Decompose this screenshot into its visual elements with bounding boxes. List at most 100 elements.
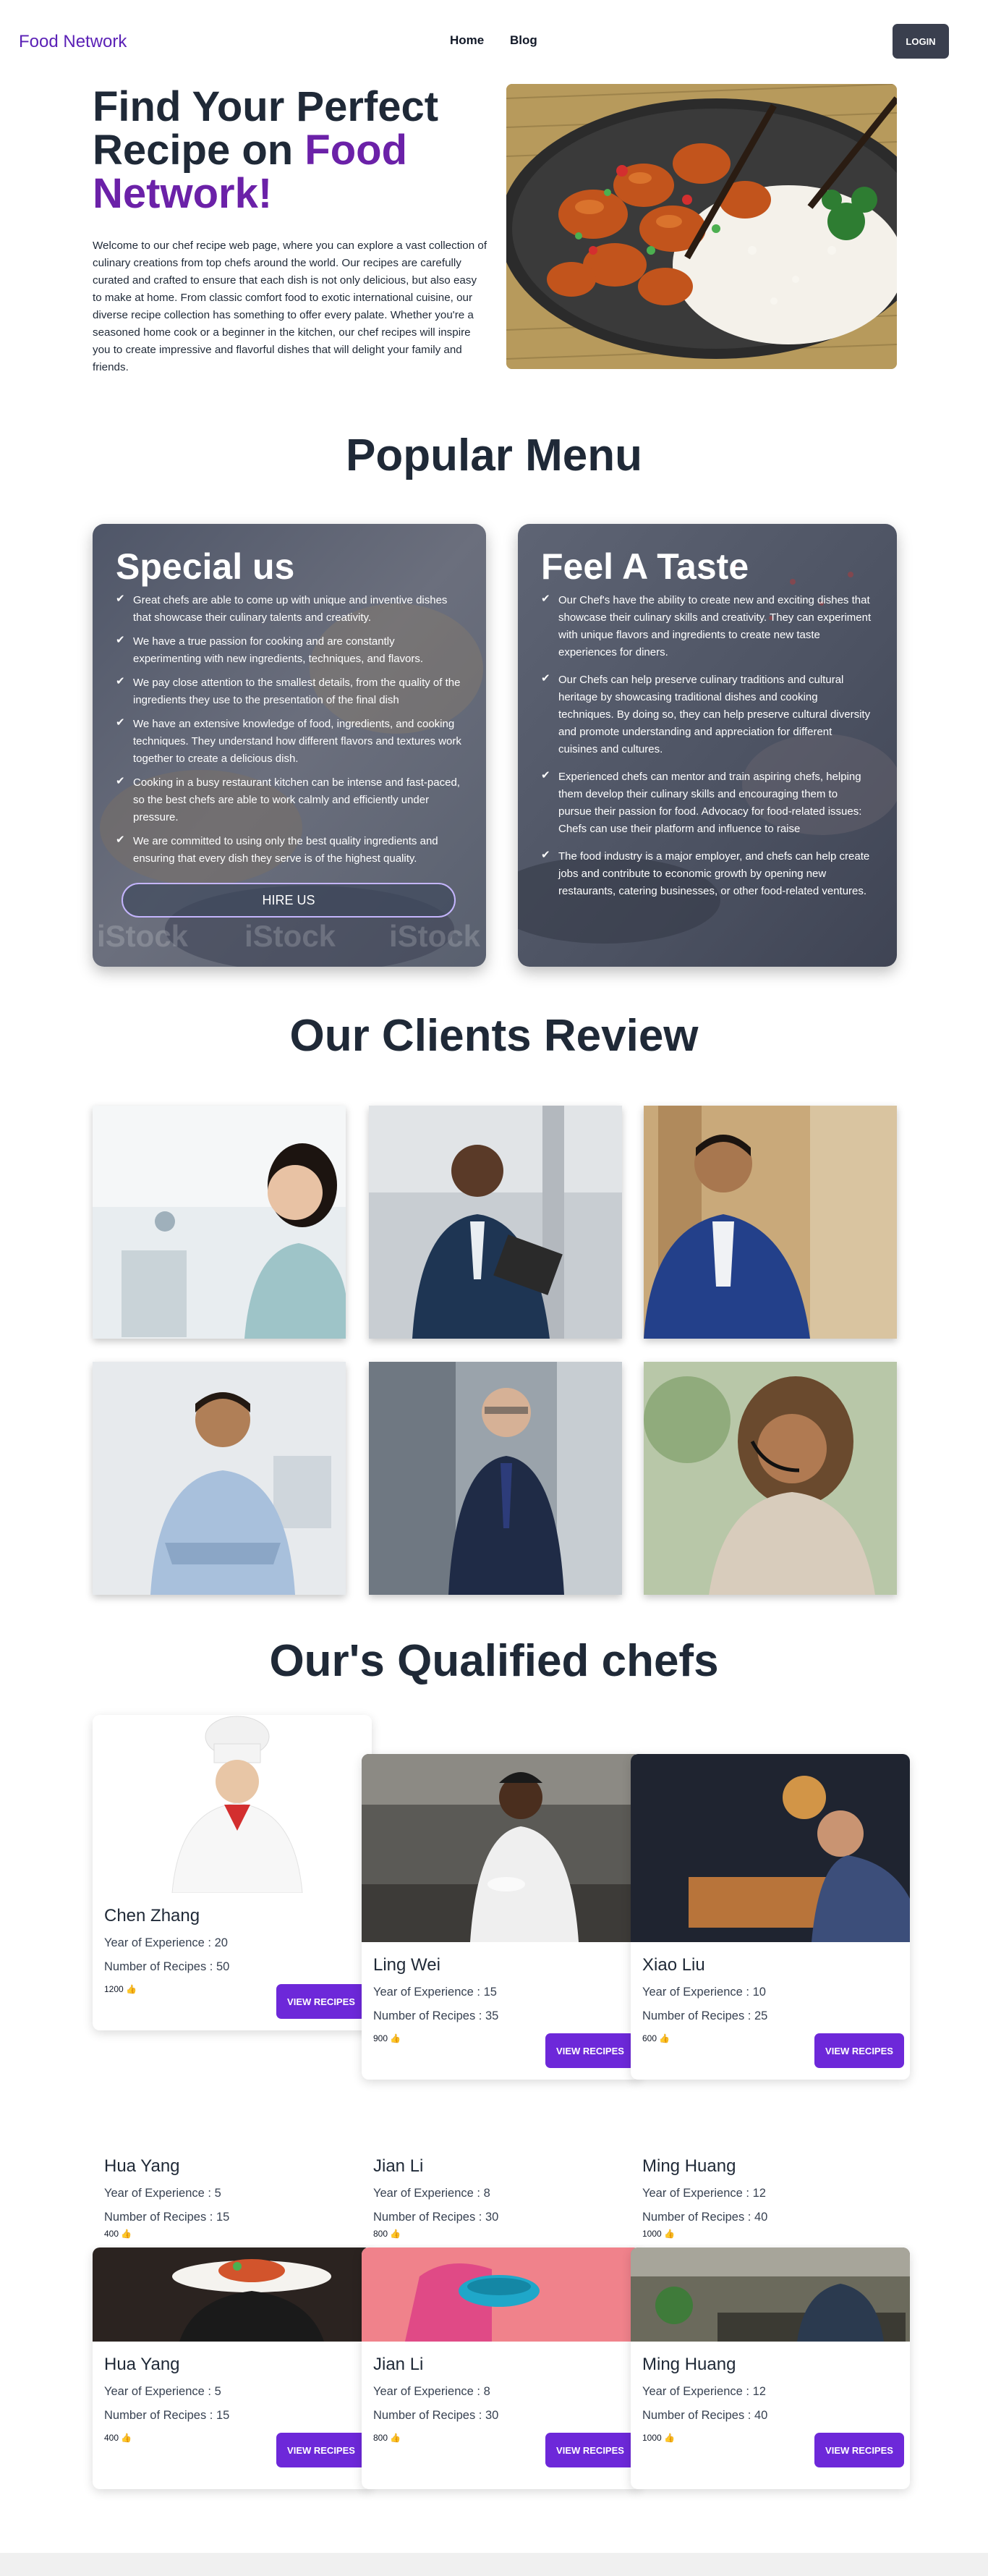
view-recipes-button[interactable]: VIEW RECIPES [545, 2033, 635, 2068]
chef-experience: Year of Experience : 12 [642, 2187, 766, 2200]
hero-title: Find Your Perfect Recipe on Food Network… [93, 85, 483, 216]
chef-photo [631, 2247, 910, 2342]
chef-photo [93, 2247, 372, 2342]
popular-menu-title: Popular Menu [346, 431, 642, 480]
chef-name: Chen Zhang [104, 1906, 200, 1925]
footer-bar [0, 2553, 988, 2576]
feel-a-taste-card: Feel A Taste ✔ Our Chef's have the abilit… [518, 524, 897, 967]
client-photo [369, 1106, 622, 1339]
view-recipes-button[interactable]: VIEW RECIPES [814, 2433, 904, 2467]
chef-card: Hua Yang Year of Experience : 5 Number o… [93, 2247, 372, 2489]
checkmark-icon: ✔ [116, 716, 125, 729]
chef-recipes-count: Number of Recipes : 40 [642, 2409, 768, 2422]
chef-photo [362, 1754, 641, 1942]
thumbs-up-icon[interactable]: 👍 [121, 2433, 132, 2443]
chef-card-header: Ming Huang Year of Experience : 12 Numbe… [631, 2143, 910, 2245]
chef-card: Ming Huang Year of Experience : 12 Numbe… [631, 2247, 910, 2489]
chef-photo [362, 2247, 641, 2342]
chef-recipes-count: Number of Recipes : 40 [642, 2211, 768, 2224]
list-item: ✔ The food industry is a major employer, … [541, 848, 874, 900]
chef-card-header: Hua Yang Year of Experience : 5 Number o… [93, 2143, 372, 2245]
hero-description: Welcome to our chef recipe web page, whe… [93, 240, 487, 373]
chef-name: Hua Yang [104, 2156, 180, 2176]
list-item: ✔ Our Chefs can help preserve culinary tr… [541, 671, 874, 758]
chef-card: Chen Zhang Year of Experience : 20 Numbe… [93, 1715, 372, 2030]
thumbs-up-icon[interactable]: 👍 [390, 2033, 401, 2043]
hero-title-line2: Recipe on [93, 127, 305, 174]
top-navbar: Food Network Home Blog LOGIN [0, 0, 988, 84]
thumbs-up-icon[interactable]: 👍 [390, 2433, 401, 2443]
client-photo [644, 1106, 897, 1339]
special-us-card: iStock iStock iStock Special us ✔ Great c… [93, 524, 486, 967]
special-us-heading: Special us [116, 546, 295, 587]
client-review-title: Our Clients Review [289, 1011, 699, 1061]
checkmark-icon: ✔ [116, 834, 125, 846]
feel-a-taste-heading: Feel A Taste [541, 546, 749, 587]
chef-name: Ming Huang [642, 2355, 736, 2374]
thumbs-up-icon[interactable]: 👍 [121, 2229, 132, 2239]
thumbs-up-icon[interactable]: 👍 [126, 1984, 137, 1994]
thumbs-up-icon[interactable]: 👍 [664, 2433, 675, 2443]
brand-logo[interactable]: Food Network [19, 32, 127, 52]
thumbs-up-icon[interactable]: 👍 [659, 2033, 670, 2043]
list-item: ✔ Our Chef's have the ability to create n… [541, 592, 874, 661]
chefs-title: Our's Qualified chefs [269, 1636, 719, 1686]
list-item: ✔ Cooking in a busy restaurant kitchen ca… [116, 774, 463, 826]
hire-us-button[interactable]: HIRE US [122, 883, 456, 918]
thumbs-up-icon[interactable]: 👍 [664, 2229, 675, 2239]
checkmark-icon: ✔ [116, 675, 125, 687]
view-recipes-button[interactable]: VIEW RECIPES [545, 2433, 635, 2467]
list-item: ✔ We have an extensive knowledge of food,… [116, 716, 463, 768]
nav-link-home[interactable]: Home [450, 33, 484, 48]
chef-card: Jian Li Year of Experience : 8 Number of… [362, 2247, 641, 2489]
login-button[interactable]: LOGIN [893, 24, 949, 59]
chef-experience: Year of Experience : 12 [642, 2385, 766, 2398]
checkmark-icon: ✔ [116, 593, 125, 605]
hero-food-image [506, 84, 897, 369]
chef-card: Ling Wei Year of Experience : 15 Number … [362, 1754, 641, 2080]
chef-experience: Year of Experience : 15 [373, 1986, 497, 1999]
chef-name: Jian Li [373, 2156, 424, 2176]
special-us-list: ✔ Great chefs are able to come up with un… [116, 592, 463, 868]
view-recipes-button[interactable]: VIEW RECIPES [276, 2433, 366, 2467]
chef-experience: Year of Experience : 8 [373, 2187, 490, 2200]
client-photo [93, 1106, 346, 1339]
chef-recipes-count: Number of Recipes : 35 [373, 2009, 499, 2022]
hero-title-line1: Find Your Perfect [93, 83, 439, 130]
chef-experience: Year of Experience : 5 [104, 2187, 221, 2200]
feel-a-taste-list: ✔ Our Chef's have the ability to create n… [541, 592, 874, 900]
chef-experience: Year of Experience : 8 [373, 2385, 490, 2398]
checkmark-icon: ✔ [541, 593, 550, 605]
client-photo [93, 1362, 346, 1595]
chef-experience: Year of Experience : 5 [104, 2385, 221, 2398]
client-photo [644, 1362, 897, 1595]
chef-name: Jian Li [373, 2355, 424, 2374]
client-photo [369, 1362, 622, 1595]
list-item: ✔ We pay close attention to the smallest … [116, 674, 463, 709]
thumbs-up-icon[interactable]: 👍 [390, 2229, 401, 2239]
chef-recipes-count: Number of Recipes : 30 [373, 2409, 499, 2422]
chef-card: Xiao Liu Year of Experience : 10 Number … [631, 1754, 910, 2080]
chef-name: Ming Huang [642, 2156, 736, 2176]
list-item: ✔ Experienced chefs can mentor and train … [541, 768, 874, 838]
chef-name: Ling Wei [373, 1955, 440, 1975]
chef-photo [93, 1715, 372, 1893]
chef-recipes-count: Number of Recipes : 50 [104, 1960, 230, 1973]
checkmark-icon: ✔ [116, 634, 125, 646]
chef-recipes-count: Number of Recipes : 15 [104, 2211, 230, 2224]
chef-recipes-count: Number of Recipes : 30 [373, 2211, 499, 2224]
chef-name: Hua Yang [104, 2355, 180, 2374]
nav-link-blog[interactable]: Blog [510, 33, 537, 48]
chef-experience: Year of Experience : 20 [104, 1936, 228, 1949]
checkmark-icon: ✔ [541, 849, 550, 861]
chef-recipes-count: Number of Recipes : 25 [642, 2009, 768, 2022]
view-recipes-button[interactable]: VIEW RECIPES [814, 2033, 904, 2068]
checkmark-icon: ✔ [541, 672, 550, 685]
checkmark-icon: ✔ [541, 769, 550, 781]
chef-recipes-count: Number of Recipes : 15 [104, 2409, 230, 2422]
view-recipes-button[interactable]: VIEW RECIPES [276, 1984, 366, 2019]
chef-card-header: Jian Li Year of Experience : 8 Number of… [362, 2143, 641, 2245]
checkmark-icon: ✔ [116, 775, 125, 787]
chef-photo [631, 1754, 910, 1942]
list-item: ✔ We have a true passion for cooking and … [116, 633, 463, 668]
